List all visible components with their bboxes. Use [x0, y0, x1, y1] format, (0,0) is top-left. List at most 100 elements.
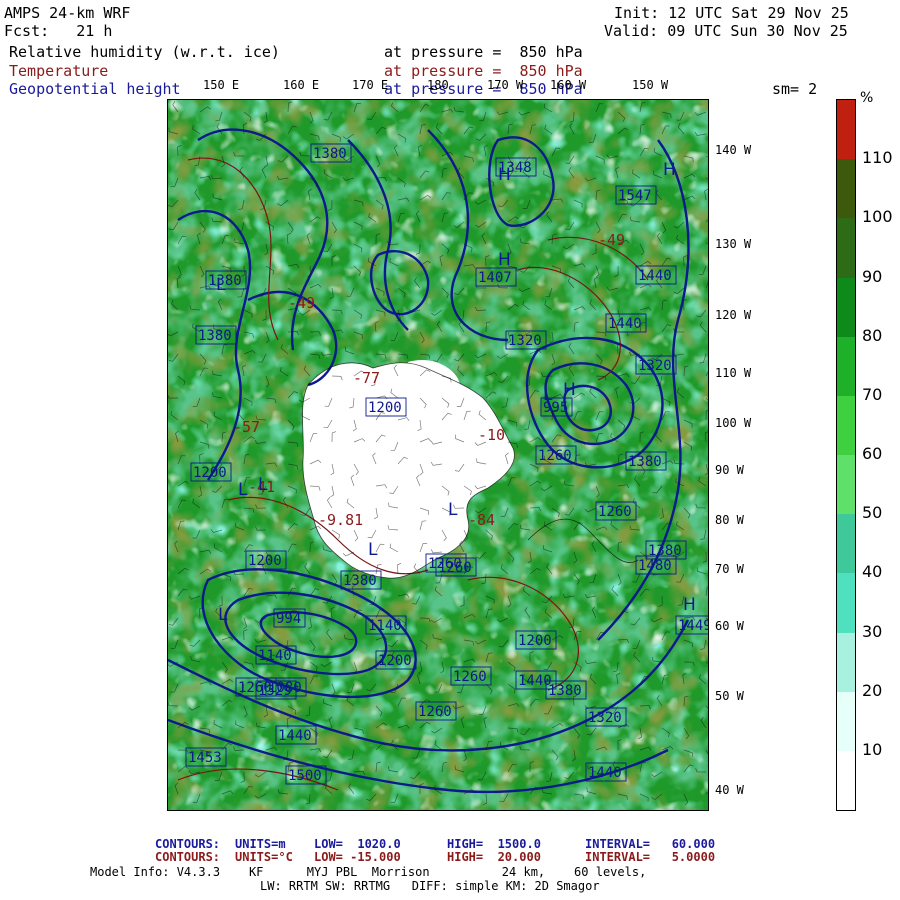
field1-name: Relative humidity (w.r.t. ice) [9, 43, 280, 61]
temperature-label: -77 [353, 369, 380, 387]
field1-level: at pressure = 850 hPa [384, 43, 583, 61]
init-time: Init: 12 UTC Sat 29 Nov 25 [614, 4, 849, 22]
colorbar-tick-label: 70 [862, 384, 883, 404]
height-label: 1329 [258, 683, 292, 699]
temperature-label: -49 [598, 231, 625, 249]
top-longitude-label: 150 E [203, 78, 240, 92]
top-longitude-label: 160 W [550, 78, 587, 92]
height-label: 1380 [313, 146, 347, 162]
height-label: 1380 [648, 543, 682, 559]
right-longitude-label: 120 W [715, 308, 752, 322]
height-label: 1380 [198, 328, 232, 344]
low-pressure-marker: L [216, 275, 226, 295]
height-label: 1453 [188, 750, 222, 766]
temperature-label: -84 [468, 511, 495, 529]
low-pressure-marker: L [543, 385, 553, 405]
height-label: 1440 [608, 316, 642, 332]
model-info: Model Info: V4.3.3 KF MYJ PBL Morrison 2… [90, 865, 647, 879]
colorbar-unit: % [860, 90, 874, 106]
low-pressure-marker: L [258, 475, 268, 495]
colorbar-segment [837, 573, 855, 633]
height-label: 1200 [378, 653, 412, 669]
colorbar-tick-label: 90 [862, 266, 883, 286]
colorbar-tick-label: 40 [862, 562, 883, 582]
high-pressure-marker: H [498, 250, 511, 270]
colorbar-segment [837, 336, 855, 397]
height-label: 1547 [618, 188, 652, 204]
contour2-interval: INTERVAL= 5.0000 [585, 850, 716, 864]
colorbar-segment [837, 100, 855, 160]
forecast-hour: Fcst: 21 h [4, 22, 113, 40]
colorbar-segment [837, 750, 855, 811]
contour2-units: UNITS=°C [235, 850, 293, 864]
colorbar-segment [837, 159, 855, 219]
height-label: 1440 [278, 728, 312, 744]
field3-name: Geopotential height [9, 80, 181, 98]
height-label: 1380 [343, 573, 377, 589]
colorbar-tick-label: 110 [862, 148, 893, 168]
colorbar-tick-label: 100 [862, 207, 893, 227]
height-label: 1200 [248, 553, 282, 569]
height-label: 1200 [368, 400, 402, 416]
right-longitude-label: 50 W [715, 689, 744, 703]
temperature-label: -9.81 [318, 511, 363, 529]
height-label: 1380 [628, 454, 662, 470]
colorbar-segment [837, 514, 855, 574]
height-label: 1440 [638, 268, 672, 284]
contour2-low: LOW= -15.000 [314, 850, 401, 864]
height-label: 1140 [368, 618, 402, 634]
weather-map: 1380 1348 1547 1440 1380 1407 1440 1380 1320 1320… [167, 99, 709, 811]
top-longitude-label: 170 E [352, 78, 389, 92]
height-label: 1260 [453, 669, 487, 685]
colorbar-segment [837, 395, 855, 456]
high-pressure-marker: H [683, 595, 696, 615]
valid-time: Valid: 09 UTC Sun 30 Nov 25 [604, 22, 848, 40]
height-label: 1260 [538, 448, 572, 464]
top-longitude-label: 170 W [487, 78, 524, 92]
colorbar-segment [837, 277, 855, 338]
height-label: 1449 [678, 618, 708, 634]
right-longitude-label: 130 W [715, 237, 752, 251]
colorbar-tick-label: 60 [862, 444, 883, 463]
temperature-label: -10 [478, 426, 505, 444]
colorbar-segment [837, 455, 855, 515]
height-label: 1200 [193, 465, 227, 481]
height-label: 1440 [518, 673, 552, 689]
field2-name: Temperature [9, 62, 109, 80]
height-label: 1320 [638, 358, 672, 374]
height-label: 1260 [418, 704, 452, 720]
height-label: 1140 [258, 648, 292, 664]
height-label: 1200 [518, 633, 552, 649]
smoothing-label: sm= 2 [772, 80, 818, 98]
right-longitude-label: 70 W [715, 562, 744, 576]
model-info-physics: LW: RRTM SW: RRTMG DIFF: simple KM: 2D S… [260, 879, 600, 893]
right-longitude-label: 90 W [715, 463, 744, 477]
colorbar-segment [837, 691, 855, 752]
top-longitude-label: 160 E [283, 78, 320, 92]
high-pressure-marker: H [563, 380, 576, 400]
height-label: 1260 [428, 556, 462, 572]
right-longitude-label: 140 W [715, 143, 752, 157]
top-longitude-label: 180 [427, 78, 449, 92]
colorbar-tick-label: 30 [862, 621, 883, 641]
model-title: AMPS 24-km WRF [4, 4, 131, 22]
low-pressure-marker: L [218, 605, 228, 625]
colorbar-segment [837, 632, 855, 693]
height-label: 1380 [548, 683, 582, 699]
height-label: 1440 [588, 765, 622, 781]
colorbar-tick-label: 80 [862, 325, 883, 345]
height-label: 1407 [478, 270, 512, 286]
height-label: 994 [276, 611, 301, 627]
contour2-high: HIGH= 20.000 [447, 850, 541, 864]
low-pressure-marker: L [238, 480, 248, 500]
high-pressure-marker: H [498, 165, 511, 185]
height-label: 1480 [638, 558, 672, 574]
high-pressure-marker: H [663, 160, 676, 180]
colorbar-segment [837, 218, 855, 278]
colorbar-tick-label: 20 [862, 680, 883, 700]
height-label: 1260 [598, 504, 632, 520]
right-longitude-label: 100 W [715, 416, 752, 430]
low-pressure-marker: L [448, 500, 458, 520]
right-longitude-label: 110 W [715, 366, 752, 380]
colorbar-tick-label: 10 [862, 739, 883, 759]
